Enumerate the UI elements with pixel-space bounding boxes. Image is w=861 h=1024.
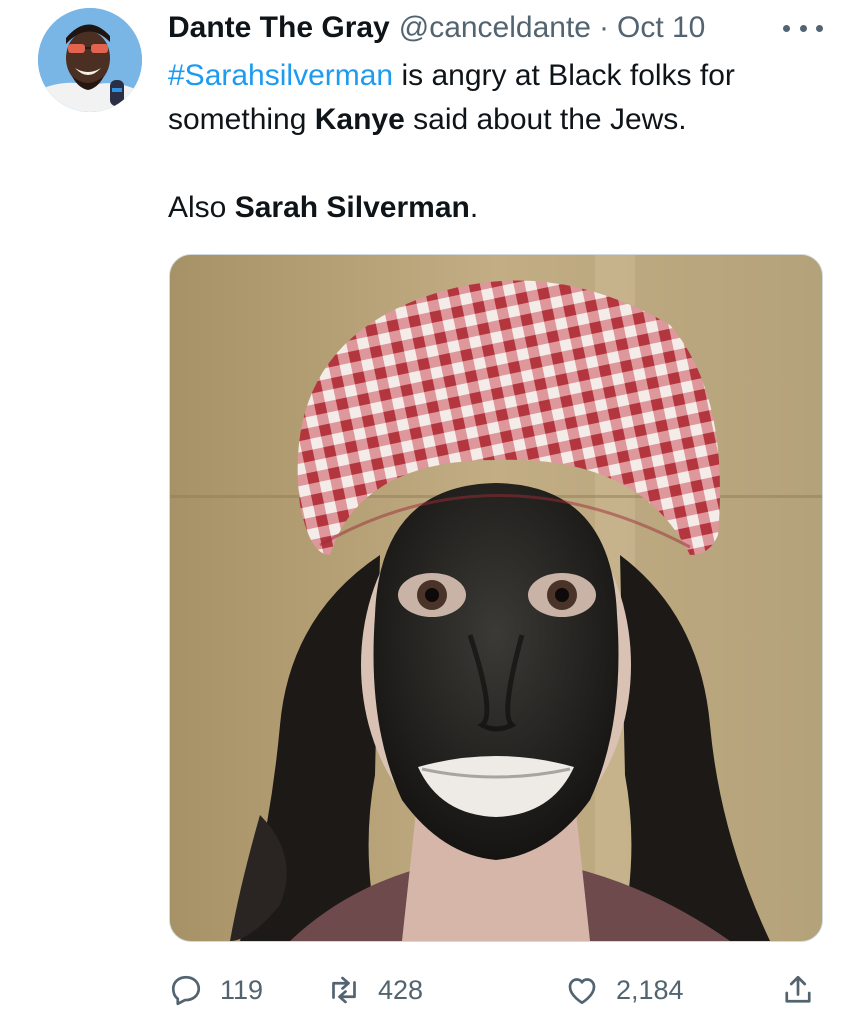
- retweet-count: 428: [378, 974, 424, 1005]
- heart-icon: [568, 978, 596, 1005]
- media-photo: [170, 255, 822, 941]
- text-segment: Also: [168, 191, 235, 224]
- tweet: Dante The Gray @canceldante · Oct 10 #Sa…: [0, 0, 861, 1024]
- user-handle[interactable]: @canceldante: [399, 11, 591, 45]
- tweet-paragraph: Also Sarah Silverman.: [168, 186, 818, 230]
- retweet-icon: [332, 976, 356, 1004]
- more-icon: [816, 24, 823, 32]
- reply-button[interactable]: 119: [168, 968, 263, 1012]
- text-segment: .: [469, 191, 479, 224]
- tweet-header: Dante The Gray @canceldante · Oct 10: [168, 8, 705, 48]
- tweet-date[interactable]: Oct 10: [617, 11, 705, 45]
- tweet-media[interactable]: [169, 254, 823, 942]
- share-icon: [785, 975, 811, 1003]
- display-name[interactable]: Dante The Gray: [168, 11, 390, 45]
- avatar[interactable]: [38, 8, 142, 112]
- reply-count: 119: [220, 974, 264, 1005]
- share-button[interactable]: [780, 968, 816, 1012]
- text-segment: is angry at Black folks for: [393, 59, 735, 92]
- avatar-image: [38, 8, 142, 112]
- bold-text: Kanye: [314, 103, 405, 136]
- like-count: 2,184: [616, 974, 684, 1005]
- tweet-paragraph: #Sarahsilverman is angry at Black folks …: [168, 54, 818, 142]
- hashtag-link[interactable]: #Sarahsilverman: [168, 59, 393, 92]
- bold-text: Sarah Silverman: [234, 191, 470, 224]
- reply-icon: [171, 975, 201, 1006]
- more-options-button[interactable]: [783, 18, 823, 38]
- more-icon: [799, 24, 807, 32]
- retweet-button[interactable]: 428: [326, 968, 423, 1012]
- more-icon: [783, 24, 790, 32]
- text-segment: something: [168, 103, 315, 136]
- tweet-text: #Sarahsilverman is angry at Black folks …: [168, 54, 818, 230]
- like-button[interactable]: 2,184: [564, 968, 684, 1012]
- separator-dot: ·: [598, 11, 609, 44]
- tweet-actions: 119 428 2,184: [168, 968, 828, 1012]
- text-segment: said about the Jews.: [404, 103, 687, 136]
